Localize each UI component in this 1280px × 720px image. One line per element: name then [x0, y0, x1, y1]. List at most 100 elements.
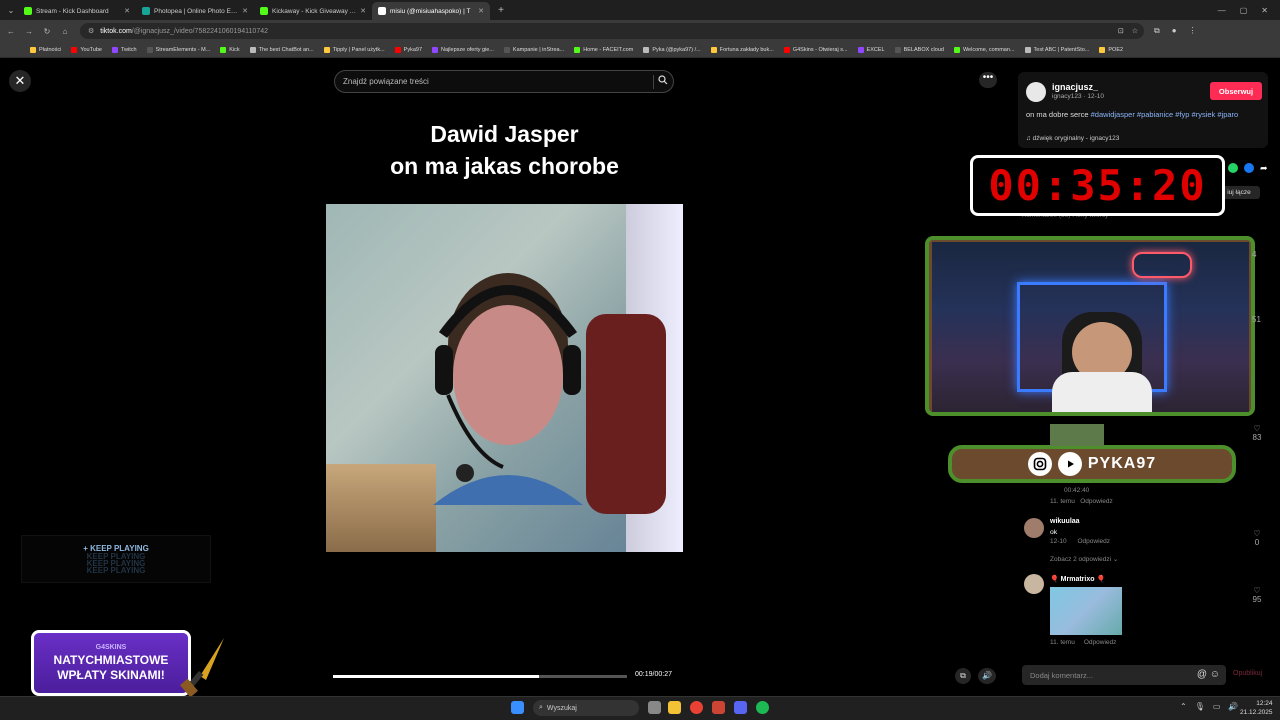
mini-player-icon[interactable]: ⧉	[955, 668, 971, 684]
share-arrow-icon[interactable]: ➦	[1260, 163, 1270, 173]
site-info-icon[interactable]: ⚙	[88, 27, 94, 35]
discord-icon[interactable]	[734, 701, 747, 714]
speaker-icon[interactable]: 🔊	[1228, 702, 1238, 711]
comment-image[interactable]	[1050, 424, 1104, 446]
chrome-icon[interactable]	[690, 701, 703, 714]
caption-line-1: Dawid Jasper	[430, 121, 579, 147]
bookmark-item[interactable]: Kick	[220, 46, 240, 53]
bookmark-item[interactable]: The best ChatBot an...	[249, 46, 314, 53]
bookmark-star-icon[interactable]: ☆	[1132, 27, 1138, 35]
view-replies-link[interactable]: Zobacz 2 odpowiedzi ⌄	[1050, 555, 1118, 563]
close-tab-icon[interactable]: ✕	[478, 7, 484, 15]
bookmark-item[interactable]: Fortuna zakłady buk...	[710, 46, 774, 53]
home-icon[interactable]: ⌂	[58, 27, 72, 36]
bookmark-item[interactable]: BELABOX cloud	[894, 46, 944, 53]
volume-icon[interactable]: 🔊	[978, 668, 996, 684]
window-close-icon[interactable]: ✕	[1261, 6, 1268, 15]
promo-line-1: NATYCHMIASTOWE	[53, 652, 169, 667]
commenter-name[interactable]: wikuulaa	[1050, 518, 1080, 525]
comment-meta: 11. temu Odpowiedz	[1050, 498, 1113, 505]
close-tab-icon[interactable]: ✕	[242, 7, 248, 15]
minimize-icon[interactable]: —	[1218, 6, 1226, 15]
like-button[interactable]: ♡ 95	[1250, 586, 1264, 604]
bookmark-item[interactable]: Test ABC | PatentSto...	[1024, 46, 1089, 53]
extensions-icon[interactable]: ⧉	[1154, 26, 1160, 36]
bookmark-item[interactable]: Najlepsze oferty gie...	[432, 46, 494, 53]
taskbar-clock[interactable]: 12:24 21.12.2025	[1240, 699, 1273, 717]
like-button[interactable]: ♡ 0	[1250, 529, 1264, 547]
bookmark-item[interactable]: G4Skins - Otwieraj s...	[783, 46, 848, 53]
sound-label[interactable]: ♫ dźwięk oryginalny - ignacy123	[1026, 135, 1119, 142]
task-view-icon[interactable]	[648, 701, 661, 714]
reply-link[interactable]: Odpowiedz	[1084, 639, 1117, 646]
mention-emoji-icons[interactable]: @ ☺	[1197, 669, 1220, 680]
tab-tiktok[interactable]: misiu (@misiuahaspoko) | T ✕	[372, 2, 490, 20]
commenter-avatar[interactable]	[1024, 518, 1044, 538]
url-path: /@ignacjusz_/video/7582241060194110742	[131, 27, 268, 35]
reload-icon[interactable]: ↻	[40, 27, 54, 36]
bookmark-item[interactable]: Pyka97	[394, 46, 422, 53]
bookmark-item[interactable]: StreamElements - M...	[146, 46, 210, 53]
bookmark-item[interactable]: YouTube	[71, 46, 102, 53]
reply-link[interactable]: Odpowiedz	[1080, 498, 1113, 505]
tray-chevron-icon[interactable]: ⌃	[1180, 702, 1187, 711]
comment-input[interactable]: Dodaj komentarz... @ ☺	[1022, 665, 1226, 685]
more-options-button[interactable]: •••	[979, 72, 997, 88]
bookmark-icon	[146, 46, 153, 53]
author-avatar[interactable]	[1026, 82, 1046, 102]
bookmark-item[interactable]: Tipply | Panel użytk...	[323, 46, 385, 53]
windows-start-icon[interactable]	[511, 701, 524, 714]
comment-image[interactable]	[1050, 587, 1122, 635]
network-icon[interactable]: ▭	[1213, 702, 1221, 711]
post-button[interactable]: Opublikuj	[1233, 670, 1262, 677]
bookmark-item[interactable]: Pyka (@pyka97) /...	[643, 46, 701, 53]
commenter-avatar[interactable]	[1024, 574, 1044, 594]
back-icon[interactable]: ←	[4, 27, 18, 36]
tab-photopea[interactable]: Photopea | Online Photo Editor ✕	[136, 2, 254, 20]
tab-kickaway[interactable]: Kickaway - Kick Giveaway Tool ✕	[254, 2, 372, 20]
facebook-icon[interactable]	[1244, 163, 1254, 173]
close-tab-icon[interactable]: ✕	[124, 7, 130, 15]
commenter-name-text: Mrmatrixo	[1060, 576, 1095, 583]
author-name[interactable]: ignacjusz_	[1052, 82, 1098, 92]
tab-kick-dashboard[interactable]: Stream - Kick Dashboard ✕	[18, 2, 136, 20]
hashtags[interactable]: #dawidjasper #pabianice #fyp #rysiek #jp…	[1091, 110, 1239, 119]
app-icon[interactable]	[712, 701, 725, 714]
whatsapp-icon[interactable]	[1228, 163, 1238, 173]
video-progress-bar[interactable]	[333, 675, 627, 678]
bookmark-item[interactable]: Twitch	[111, 46, 137, 53]
related-search-input[interactable]: Znajdź powiązane treści	[334, 70, 674, 93]
bookmark-item[interactable]: Kampanie | inStrea...	[503, 46, 564, 53]
url-input[interactable]: ⚙ tiktok.com/@ignacjusz_/video/758224106…	[80, 23, 1144, 39]
commenter-name[interactable]: 🎈 Mrmatrixo 🎈	[1050, 575, 1105, 583]
bookmark-item[interactable]: EXCEL	[857, 46, 885, 53]
search-icon: ⌕	[539, 704, 543, 711]
comment-meta: 11. temu Odpowiedz	[1050, 639, 1116, 646]
spotify-icon[interactable]	[756, 701, 769, 714]
maximize-icon[interactable]: ▢	[1240, 6, 1248, 15]
menu-icon[interactable]: ⋮	[1189, 26, 1197, 36]
search-icon[interactable]	[653, 75, 668, 89]
like-button[interactable]: ♡ 83	[1250, 424, 1264, 442]
taskbar-search[interactable]: ⌕ Wyszukaj	[533, 700, 639, 716]
bookmark-item[interactable]: POE2	[1099, 46, 1124, 53]
bookmark-label: POE2	[1108, 46, 1124, 53]
close-video-button[interactable]: ✕	[9, 70, 31, 92]
tiktok-icon	[378, 7, 386, 15]
profile-icon[interactable]: ●	[1172, 26, 1177, 36]
follow-button[interactable]: Obserwuj	[1210, 82, 1262, 100]
close-tab-icon[interactable]: ✕	[360, 7, 366, 15]
reply-link[interactable]: Odpowiedz	[1077, 538, 1110, 545]
forward-icon[interactable]: →	[22, 27, 36, 36]
install-icon[interactable]: ⊡	[1118, 27, 1124, 35]
file-explorer-icon[interactable]	[668, 701, 681, 714]
comment-meta: 12-10 Odpowiedz	[1050, 538, 1110, 545]
bookmark-item[interactable]: Home - FACEIT.com	[574, 46, 633, 53]
microphone-icon[interactable]: 🎙	[1195, 702, 1205, 711]
new-tab-button[interactable]: +	[494, 5, 508, 16]
bookmark-item[interactable]: Welcome, comman...	[953, 46, 1015, 53]
bookmark-item[interactable]: Płatności	[30, 46, 61, 53]
tab-search-icon[interactable]: ⌄	[4, 6, 18, 15]
countdown-timer: 00:35:20	[970, 155, 1225, 216]
bookmark-icon	[574, 46, 581, 53]
